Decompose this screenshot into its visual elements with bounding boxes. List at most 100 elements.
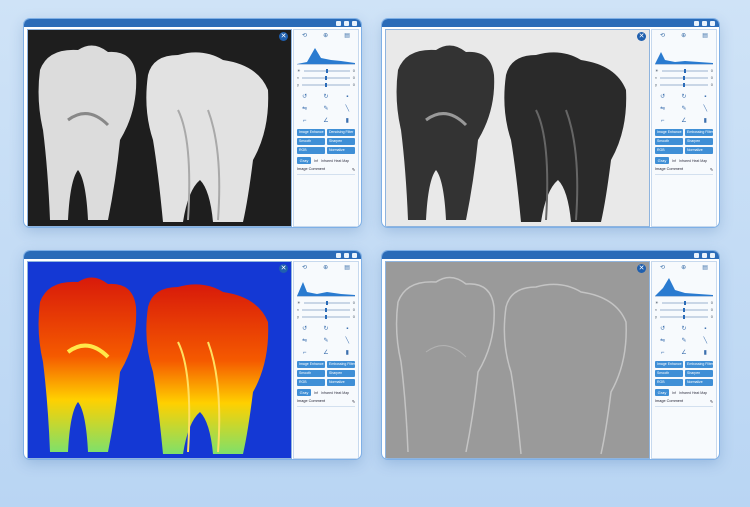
line-icon[interactable]: ╲ [337,103,358,115]
close-icon[interactable]: ✕ [637,264,646,273]
pen-icon[interactable]: ✎ [315,103,336,115]
window-close-button[interactable] [352,20,357,26]
contrast-slider[interactable]: ◐ 0 [294,306,358,313]
normalize-button[interactable]: Normalize [327,379,355,386]
heatmap-label[interactable]: Infrared Heat Map [679,391,707,395]
enhance-button[interactable]: Image Enhance [655,361,683,368]
close-icon[interactable]: ✕ [279,264,288,273]
angle-icon[interactable]: ∠ [673,115,694,127]
filter-button[interactable]: Embossing Filter [327,361,355,368]
zoom-icon[interactable]: ⊕ [681,264,686,271]
inf-label[interactable]: Inf [314,159,318,163]
window-close-button[interactable] [352,252,357,258]
zoom-icon[interactable]: ⊕ [323,32,328,39]
comment-input[interactable] [655,406,713,427]
comment-input[interactable] [655,174,713,195]
gray-button[interactable]: Gray [655,389,669,396]
gray-button[interactable]: Gray [297,389,311,396]
rotate-left-icon[interactable]: ↺ [294,323,315,335]
flip-icon[interactable]: ⇋ [652,335,673,347]
rgb-button[interactable]: RGB [655,147,683,154]
reset-icon[interactable]: ⟲ [660,32,665,39]
split-icon[interactable]: ▮ [337,347,358,359]
brightness-slider[interactable]: ☀ 0 [652,299,716,306]
heatmap-label[interactable]: Infrared Heat Map [321,159,349,163]
window-close-button[interactable] [710,20,715,26]
minimize-button[interactable] [336,252,341,258]
brightness-slider[interactable]: ☀ 0 [652,67,716,74]
smooth-button[interactable]: Smooth [297,370,325,377]
reset-icon[interactable]: ⟲ [302,32,307,39]
gamma-slider[interactable]: γ0 [294,313,358,320]
edit-icon[interactable]: ✎ [352,399,355,404]
reset-icon[interactable]: ⟲ [660,264,665,271]
crop-icon[interactable]: ⌐ [652,115,673,127]
enhance-button[interactable]: Image Enhance [297,129,325,136]
maximize-button[interactable] [702,252,707,258]
angle-icon[interactable]: ∠ [315,347,336,359]
filter-button[interactable]: Denoising Filter [327,129,355,136]
delete-icon[interactable]: ▪ [337,323,358,335]
contrast-slider[interactable]: ◐ 0 [294,74,358,81]
sharpen-button[interactable]: Sharpen [685,138,713,145]
delete-icon[interactable]: ▪ [695,323,716,335]
line-icon[interactable]: ╲ [337,335,358,347]
flip-icon[interactable]: ⇋ [294,103,315,115]
minimize-button[interactable] [694,252,699,258]
rgb-button[interactable]: RGB [297,379,325,386]
angle-icon[interactable]: ∠ [315,115,336,127]
close-icon[interactable]: ✕ [637,32,646,41]
crop-icon[interactable]: ⌐ [294,347,315,359]
inf-label[interactable]: Inf [672,391,676,395]
pen-icon[interactable]: ✎ [673,335,694,347]
smooth-button[interactable]: Smooth [655,370,683,377]
brightness-slider[interactable]: ☀ 0 [294,67,358,74]
contrast-slider[interactable]: ◐ 0 [652,306,716,313]
enhance-button[interactable]: Image Enhance [655,129,683,136]
rotate-left-icon[interactable]: ↺ [652,323,673,335]
heatmap-label[interactable]: Infrared Heat Map [321,391,349,395]
pen-icon[interactable]: ✎ [673,103,694,115]
rgb-button[interactable]: RGB [297,147,325,154]
maximize-button[interactable] [344,20,349,26]
gray-button[interactable]: Gray [655,157,669,164]
save-icon[interactable]: ▤ [344,264,350,271]
angle-icon[interactable]: ∠ [673,347,694,359]
rotate-right-icon[interactable]: ↻ [673,323,694,335]
pen-icon[interactable]: ✎ [315,335,336,347]
zoom-icon[interactable]: ⊕ [681,32,686,39]
edit-icon[interactable]: ✎ [352,167,355,172]
sharpen-button[interactable]: Sharpen [327,370,355,377]
edit-icon[interactable]: ✎ [710,399,713,404]
maximize-button[interactable] [344,252,349,258]
window-close-button[interactable] [710,252,715,258]
minimize-button[interactable] [336,20,341,26]
normalize-button[interactable]: Normalize [327,147,355,154]
filter-button[interactable]: Embossing Filter [685,361,713,368]
rotate-right-icon[interactable]: ↻ [315,91,336,103]
comment-input[interactable] [297,406,355,427]
enhance-button[interactable]: Image Enhance [297,361,325,368]
rotate-left-icon[interactable]: ↺ [652,91,673,103]
split-icon[interactable]: ▮ [337,115,358,127]
line-icon[interactable]: ╲ [695,103,716,115]
inf-label[interactable]: Inf [672,159,676,163]
delete-icon[interactable]: ▪ [695,91,716,103]
gamma-slider[interactable]: γ0 [294,81,358,88]
save-icon[interactable]: ▤ [702,264,708,271]
minimize-button[interactable] [694,20,699,26]
inf-label[interactable]: Inf [314,391,318,395]
split-icon[interactable]: ▮ [695,115,716,127]
save-icon[interactable]: ▤ [344,32,350,39]
delete-icon[interactable]: ▪ [337,91,358,103]
split-icon[interactable]: ▮ [695,347,716,359]
close-icon[interactable]: ✕ [279,32,288,41]
sharpen-button[interactable]: Sharpen [327,138,355,145]
maximize-button[interactable] [702,20,707,26]
rotate-right-icon[interactable]: ↻ [673,91,694,103]
contrast-slider[interactable]: ◐ 0 [652,74,716,81]
smooth-button[interactable]: Smooth [297,138,325,145]
flip-icon[interactable]: ⇋ [652,103,673,115]
gamma-slider[interactable]: γ0 [652,313,716,320]
edit-icon[interactable]: ✎ [710,167,713,172]
